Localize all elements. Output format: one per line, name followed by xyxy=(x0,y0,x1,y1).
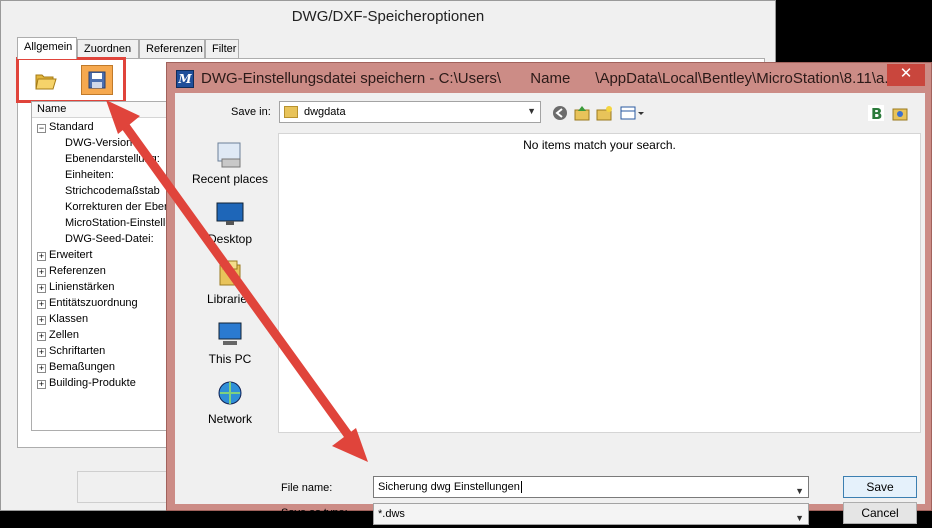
tab-allgemein[interactable]: Allgemein xyxy=(17,37,77,59)
annotation-double-arrow xyxy=(106,100,368,462)
chevron-down-icon: ▼ xyxy=(795,513,804,523)
